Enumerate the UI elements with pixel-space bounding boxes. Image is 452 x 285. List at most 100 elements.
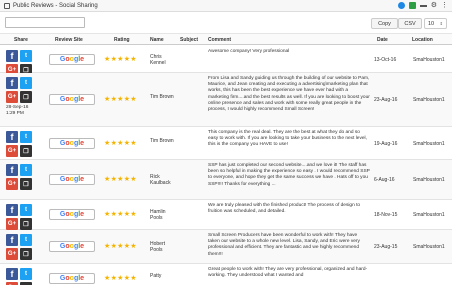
review-comment: This company is the real deal. They are … xyxy=(208,130,367,148)
review-comment: We are truly pleased with the finished p… xyxy=(208,203,361,215)
twitter-icon[interactable]: t xyxy=(20,77,32,89)
csv-button[interactable]: CSV xyxy=(398,18,422,29)
header-name[interactable]: Name xyxy=(150,37,164,43)
logo-letter: e xyxy=(80,96,85,103)
facebook-icon[interactable]: f xyxy=(6,164,18,176)
twitter-icon[interactable]: t xyxy=(20,204,32,216)
star-rating: ★★★★★ xyxy=(104,56,137,63)
header-location[interactable]: Location xyxy=(412,37,433,43)
table-row[interactable]: f t G+ ❐ 28-Sep-16 1:29 PM Go o g l e ★★★★★ Tim Bro… xyxy=(0,73,452,127)
table-row[interactable]: f t G+ ❐ Go o g l e ★★★★★ Tim Brown This company is… xyxy=(0,127,452,160)
header-date[interactable]: Date xyxy=(377,37,388,43)
star-rating: ★★★★★ xyxy=(104,275,137,282)
minimize-icon[interactable] xyxy=(419,4,427,7)
shared-timestamp: 28-Sep-16 1:29 PM xyxy=(6,105,29,116)
google-review-site-logo[interactable]: Google xyxy=(49,94,95,105)
google-plus-icon[interactable]: G+ xyxy=(6,145,18,157)
more-vertical-icon[interactable]: ⋮ xyxy=(441,2,448,9)
header-comment[interactable]: Comment xyxy=(208,37,231,43)
logo-letter: e xyxy=(80,56,85,63)
review-comment: From Lisa and Sandy guiding us through t… xyxy=(208,76,370,113)
facebook-icon[interactable]: f xyxy=(6,50,18,62)
copy-button[interactable]: Copy xyxy=(371,18,398,29)
twitter-icon[interactable]: t xyxy=(20,50,32,62)
facebook-icon[interactable]: f xyxy=(6,234,18,246)
review-location: SmaHouston1 xyxy=(413,141,445,147)
review-date: 23-Aug-16 xyxy=(374,97,398,103)
star-rating: ★★★★★ xyxy=(104,211,137,218)
review-location: SmaHouston1 xyxy=(413,57,445,63)
table-header: Share Review Site Rating Name Subject Co… xyxy=(0,33,452,45)
twitter-icon[interactable]: t xyxy=(20,268,32,280)
logo-letter: e xyxy=(80,211,85,218)
google-review-site-logo[interactable]: Google xyxy=(49,174,95,185)
title-bar: Public Reviews - Social Sharing ⚙ ⋮ xyxy=(0,0,452,12)
review-comment: Great people to work with! They are very… xyxy=(208,267,368,279)
twitter-icon[interactable]: t xyxy=(20,164,32,176)
share-copy-icon[interactable]: ❐ xyxy=(20,248,32,260)
review-date: 6-Aug-16 xyxy=(374,177,395,183)
reviewer-name: Tim Brown xyxy=(150,94,174,100)
star-rating: ★★★★★ xyxy=(104,96,137,103)
reviewer-name: Hobert Pools xyxy=(150,241,166,253)
table-row[interactable]: ftG+❐Google★★★★★PattyGreat people to wor… xyxy=(0,264,452,285)
google-review-site-logo[interactable]: Google xyxy=(49,54,95,65)
header-review-site[interactable]: Review Site xyxy=(55,37,83,43)
review-date: 23-Aug-15 xyxy=(374,244,398,250)
facebook-icon[interactable]: f xyxy=(6,131,18,143)
star-rating: ★★★★★ xyxy=(104,140,137,147)
twitter-icon[interactable]: t xyxy=(20,131,32,143)
logo-letter: e xyxy=(80,275,85,282)
app-icon xyxy=(4,2,10,9)
table-row[interactable]: f t G+ ❐ Go o g l e ★★★★★ Hobert Pools Small Screen… xyxy=(0,230,452,264)
page-size-select[interactable]: 10 ⇕ xyxy=(424,18,447,29)
google-plus-icon[interactable]: G+ xyxy=(6,248,18,260)
facebook-icon[interactable]: f xyxy=(6,77,18,89)
header-share[interactable]: Share xyxy=(14,37,28,43)
review-location: SmaHouston1 xyxy=(413,212,445,218)
title-bar-actions: ⚙ ⋮ xyxy=(397,2,448,9)
gear-icon[interactable]: ⚙ xyxy=(431,2,437,9)
review-date: 13-Oct-16 xyxy=(374,57,397,63)
google-review-site-logo[interactable]: Google xyxy=(49,138,95,149)
reviewer-name: Tim Brown xyxy=(150,138,174,144)
table-row[interactable]: f t G+ ❐ Go o g l e ★★★★★ Rick Kaulback SSP has jus… xyxy=(0,160,452,200)
facebook-icon[interactable]: f xyxy=(6,268,18,280)
review-comment: SSP has just completed our second websit… xyxy=(208,163,370,187)
logo-letter: e xyxy=(80,176,85,183)
table-row[interactable]: f t G+ ❐ Go o g l e ★★★★★ Chris Kennel Awesome comp… xyxy=(0,46,452,76)
share-copy-icon[interactable]: ❐ xyxy=(20,145,32,157)
review-date: 18-Nov-15 xyxy=(374,212,398,218)
review-comment: Awesome company! Very professional xyxy=(208,49,290,54)
search-input[interactable] xyxy=(5,17,85,28)
info-icon[interactable] xyxy=(397,2,405,9)
logo-letter: e xyxy=(80,243,85,250)
reviewer-name: Chris Kennel xyxy=(150,54,166,66)
share-copy-icon[interactable]: ❐ xyxy=(20,91,32,103)
header-subject[interactable]: Subject xyxy=(180,37,198,43)
share-copy-icon[interactable]: ❐ xyxy=(20,178,32,190)
chevron-updown-icon: ⇕ xyxy=(439,21,443,26)
star-rating: ★★★★★ xyxy=(104,243,137,250)
table-row[interactable]: f t G+ ❐ Go o g l e ★★★★★ Hamlin Pools We are truly… xyxy=(0,200,452,230)
logo-letter: e xyxy=(80,140,85,147)
header-rating[interactable]: Rating xyxy=(114,37,130,43)
page-size-value: 10 xyxy=(428,20,435,27)
person-icon[interactable] xyxy=(408,2,416,9)
google-review-site-logo[interactable]: Google xyxy=(49,209,95,220)
google-plus-icon[interactable]: G+ xyxy=(6,178,18,190)
twitter-icon[interactable]: t xyxy=(20,234,32,246)
review-location: SmaHouston1 xyxy=(413,177,445,183)
review-location: SmaHouston1 xyxy=(413,97,445,103)
star-rating: ★★★★★ xyxy=(104,176,137,183)
reviewer-name: Patty xyxy=(150,273,162,279)
reviewer-name: Rick Kaulback xyxy=(150,174,171,186)
share-copy-icon[interactable]: ❐ xyxy=(20,218,32,230)
google-plus-icon[interactable]: G+ xyxy=(6,218,18,230)
review-date: 19-Aug-16 xyxy=(374,141,398,147)
facebook-icon[interactable]: f xyxy=(6,204,18,216)
google-review-site-logo[interactable]: Google xyxy=(49,273,95,284)
google-review-site-logo[interactable]: Google xyxy=(49,241,95,252)
window-title: Public Reviews - Social Sharing xyxy=(13,2,98,9)
google-plus-icon[interactable]: G+ xyxy=(6,91,18,103)
